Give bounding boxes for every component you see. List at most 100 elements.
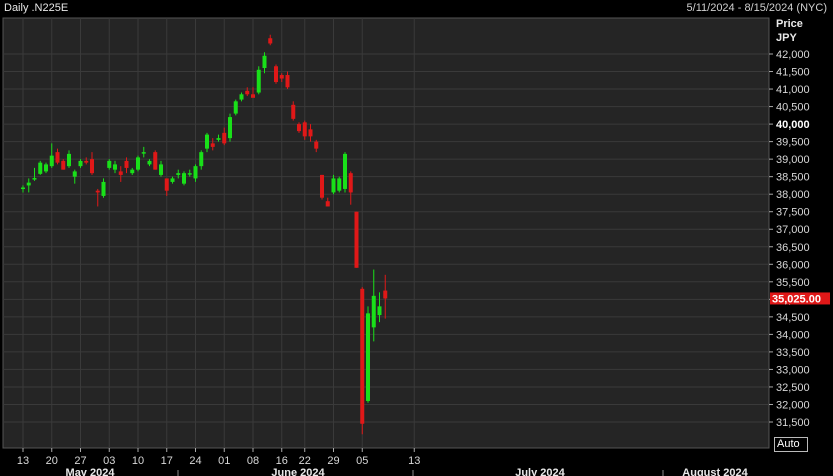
candle-body (130, 169, 135, 174)
x-tick-label: 01 (218, 455, 230, 467)
candle-body (320, 174, 324, 198)
candle-body (153, 152, 158, 170)
x-tick-label: 29 (327, 455, 339, 467)
x-tick-label: 27 (74, 455, 86, 467)
price-axis-header: Price JPY (776, 17, 803, 45)
y-tick-label: 41,500 (776, 67, 810, 79)
candle-body (118, 171, 123, 175)
candle-body (147, 160, 152, 165)
candle-body (239, 94, 244, 100)
price-axis[interactable]: 42,000 41,500 41,000 40,500 40,000 39,500 39,0… (769, 49, 810, 429)
candle-body (262, 55, 267, 69)
candle-body (107, 160, 112, 168)
y-tick-label: 34,500 (776, 312, 810, 324)
candle-body (233, 101, 238, 114)
candle-body (343, 153, 347, 189)
candle-body (366, 313, 370, 401)
candle-body (216, 138, 221, 140)
candle (354, 211, 359, 268)
y-tick-label: 38,500 (776, 172, 810, 184)
candle-body (182, 173, 186, 184)
x-tick-label: 10 (132, 455, 144, 467)
y-tick-label: 33,500 (776, 347, 810, 359)
candle-body (354, 211, 359, 268)
candle-body (141, 152, 146, 154)
candle-body (61, 160, 66, 170)
candle (233, 99, 238, 116)
candle-body (348, 173, 353, 193)
candle-body (84, 160, 89, 163)
candle-body (21, 187, 25, 190)
candle-body (26, 182, 31, 186)
last-price-marker: 35,025.00 (770, 292, 830, 305)
candle (366, 306, 370, 403)
y-tick-label: 36,500 (776, 242, 810, 254)
price-axis-title: Price (776, 18, 803, 30)
x-tick-label: 22 (299, 455, 311, 467)
y-tick-label: 37,500 (776, 207, 810, 219)
plot-background (2, 17, 770, 449)
candle-body (222, 132, 227, 144)
last-price-label: 35,025.00 (772, 293, 821, 305)
x-tick-label: 24 (189, 455, 201, 467)
candle-body (170, 178, 175, 182)
candle-body (199, 152, 204, 167)
month-label: August 2024 (682, 467, 748, 476)
candle-body (124, 160, 129, 168)
candle-body (383, 290, 388, 299)
candle (274, 64, 278, 84)
auto-scale-button[interactable]: Auto (774, 437, 808, 452)
x-tick-label: 03 (103, 455, 115, 467)
y-tick-label: 42,000 (776, 49, 810, 61)
candlestick-chart[interactable]: 42,000 41,500 41,000 40,500 40,000 39,500 39,0… (0, 0, 833, 476)
candle-body (251, 94, 255, 98)
candle-body (274, 66, 278, 83)
month-label: July 2024 (515, 467, 565, 476)
candle (256, 66, 261, 95)
candle-body (268, 38, 273, 44)
candle-body (95, 190, 100, 193)
candle-body (371, 295, 376, 328)
x-tick-label: 16 (276, 455, 288, 467)
y-tick-label: 40,000 (776, 119, 810, 131)
currency-label: JPY (776, 32, 797, 44)
candle (228, 113, 232, 142)
candle-body (78, 160, 83, 167)
candle (182, 171, 186, 186)
candle (38, 160, 43, 175)
x-tick-label: 05 (356, 455, 368, 467)
y-tick-label: 39,000 (776, 154, 810, 166)
candle-body (331, 178, 336, 193)
y-tick-label: 38,000 (776, 189, 810, 201)
date-axis[interactable]: 13 20 27 03 10 17 24 01 08 16 22 29 05 13 May 2024 June… (17, 448, 749, 476)
candle-body (360, 288, 365, 424)
candle-body (325, 201, 330, 207)
candle-body (164, 178, 169, 191)
candle (153, 150, 158, 170)
candle-body (72, 171, 77, 177)
candle-body (205, 134, 209, 149)
candle-body (302, 122, 307, 137)
y-tick-label: 34,000 (776, 329, 810, 341)
x-tick-label: 20 (46, 455, 58, 467)
candle-body (159, 164, 163, 175)
candle-body (210, 143, 215, 147)
candle (343, 152, 347, 193)
candle-body (337, 178, 342, 191)
candle-body (136, 157, 140, 170)
candle-body (308, 129, 313, 137)
candle-body (285, 75, 290, 88)
candle-body (187, 173, 192, 175)
y-tick-label: 33,000 (776, 364, 810, 376)
month-label: June 2024 (271, 467, 325, 476)
x-tick-label: 13 (408, 455, 420, 467)
candle (136, 155, 140, 172)
candle-body (291, 104, 296, 119)
candle-body (228, 117, 232, 139)
candle-body (245, 90, 250, 95)
y-tick-label: 40,500 (776, 102, 810, 114)
month-label: May 2024 (66, 467, 116, 476)
x-tick-label: 17 (161, 455, 173, 467)
x-tick-label: 13 (17, 455, 29, 467)
y-tick-label: 39,500 (776, 137, 810, 149)
